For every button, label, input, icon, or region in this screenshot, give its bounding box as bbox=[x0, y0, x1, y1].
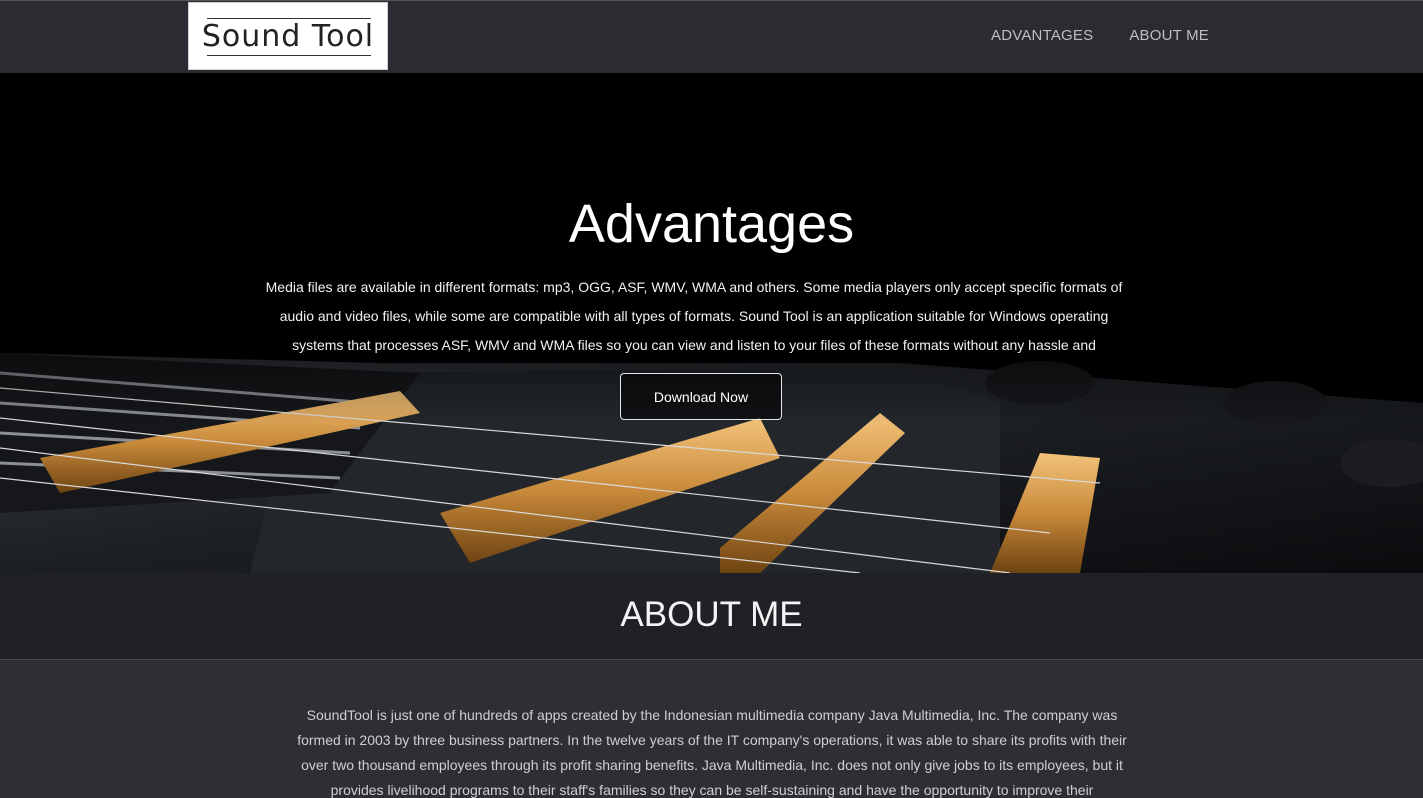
about-me-title: ABOUT ME bbox=[620, 595, 803, 634]
hero-description: Media files are available in different f… bbox=[265, 279, 1123, 353]
logo-rule-bottom bbox=[207, 55, 371, 56]
download-now-button[interactable]: Download Now bbox=[620, 373, 782, 420]
about-me-text: SoundTool is just one of hundreds of app… bbox=[297, 707, 1127, 798]
hero-title: Advantages bbox=[568, 194, 855, 254]
site-logo[interactable]: Sound Tool bbox=[188, 2, 388, 70]
hero-section: Advantages Media files are available in … bbox=[0, 73, 1423, 573]
nav-about-me-link[interactable]: ABOUT ME bbox=[1129, 27, 1209, 44]
about-me-body: SoundTool is just one of hundreds of app… bbox=[0, 660, 1423, 798]
main-nav: ADVANTAGES ABOUT ME bbox=[991, 27, 1209, 44]
top-navbar: Sound Tool ADVANTAGES ABOUT ME bbox=[0, 0, 1423, 73]
logo-text: Sound Tool bbox=[201, 19, 375, 54]
nav-advantages-link[interactable]: ADVANTAGES bbox=[991, 27, 1093, 44]
about-me-header: ABOUT ME bbox=[0, 573, 1423, 660]
